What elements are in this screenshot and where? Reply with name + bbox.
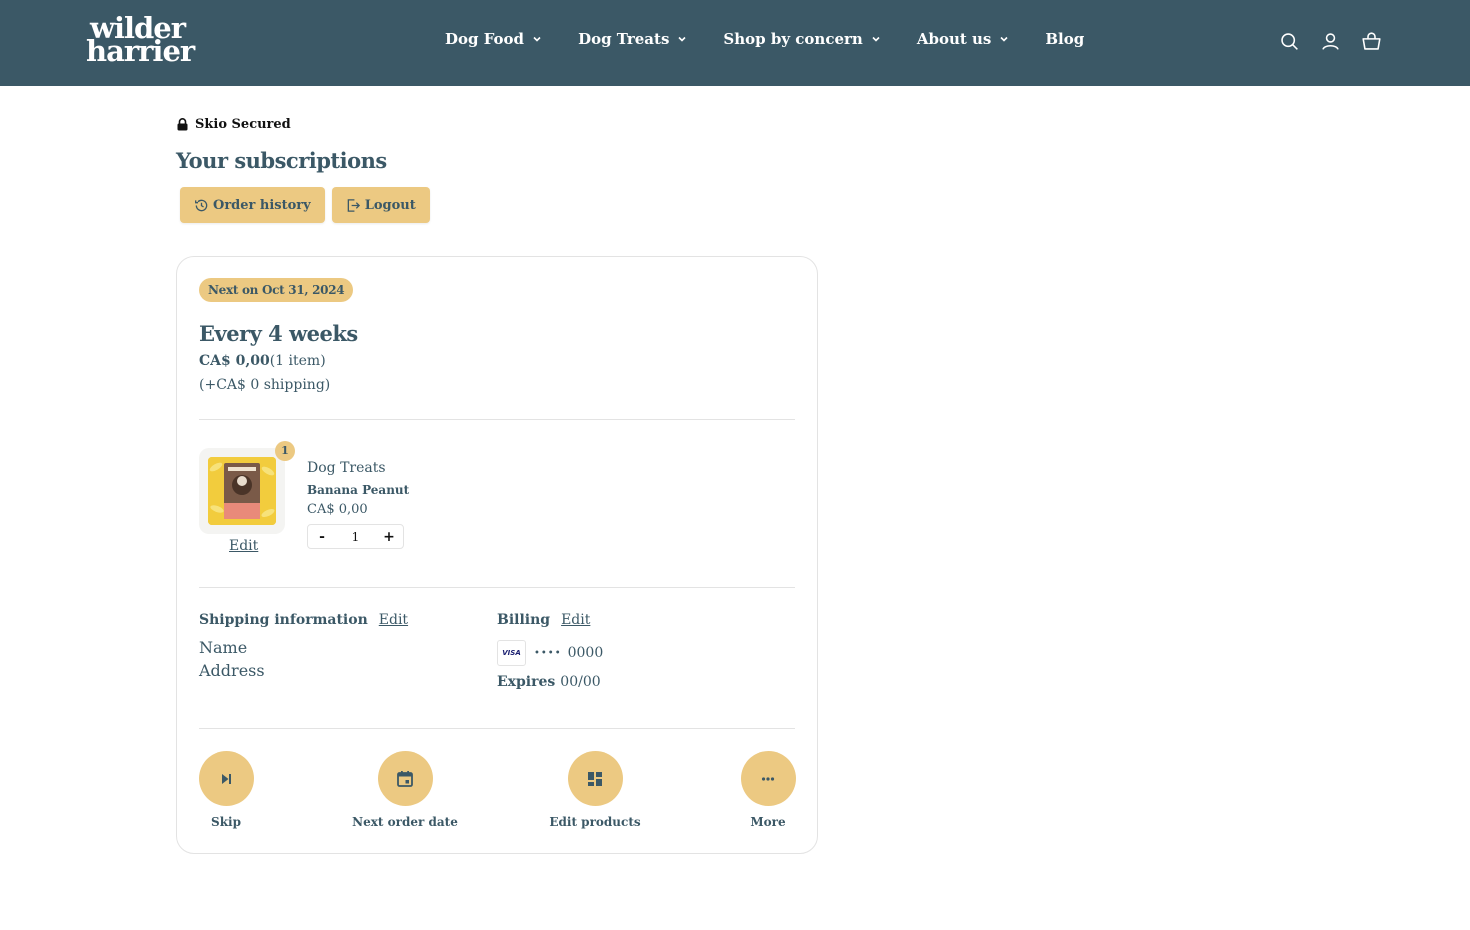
chevron-down-icon <box>1000 36 1008 42</box>
decrease-quantity-button[interactable]: - <box>308 525 336 548</box>
payment-card: VISA •••• 0000 <box>497 640 603 666</box>
edit-billing-link[interactable]: Edit <box>561 612 590 628</box>
edit-product-link[interactable]: Edit <box>229 538 258 554</box>
product-package-art <box>208 457 276 525</box>
divider <box>199 728 795 729</box>
shipping-address: Address <box>199 661 265 680</box>
chevron-down-icon <box>872 36 880 42</box>
chevron-down-icon <box>533 36 541 42</box>
search-icon[interactable] <box>1279 31 1300 52</box>
more-icon <box>761 776 775 781</box>
brand-logo[interactable]: wilder harrier <box>86 14 196 66</box>
order-history-button[interactable]: Order history <box>180 187 325 223</box>
billing-heading: Billing Edit <box>497 612 591 628</box>
lock-icon <box>177 118 188 131</box>
product-package <box>208 457 276 525</box>
main-nav: Dog Food Dog Treats Shop by concern Abou… <box>445 30 1084 48</box>
next-order-badge: Next on Oct 31, 2024 <box>199 278 354 302</box>
nav-dog-treats[interactable]: Dog Treats <box>578 30 687 48</box>
quantity-stepper: - 1 + <box>307 524 404 549</box>
page-title: Your subscriptions <box>176 148 387 173</box>
header-actions <box>1279 31 1382 52</box>
divider <box>199 587 795 588</box>
subscription-price: CA$ 0,00(1 item) <box>199 353 326 369</box>
dashboard-icon <box>588 771 602 786</box>
edit-products-button[interactable]: Edit products <box>540 751 650 829</box>
nav-shop-by-concern[interactable]: Shop by concern <box>723 30 880 48</box>
skip-button[interactable]: Skip <box>191 751 261 829</box>
card-last4: 0000 <box>567 645 604 661</box>
increase-quantity-button[interactable]: + <box>375 525 403 548</box>
shipping-cost: (+CA$ 0 shipping) <box>199 377 331 393</box>
product-category: Dog Treats <box>307 460 386 476</box>
product-price: CA$ 0,00 <box>307 502 368 517</box>
account-buttons: Order history Logout <box>180 187 437 223</box>
edit-shipping-link[interactable]: Edit <box>379 612 408 628</box>
divider <box>199 419 795 420</box>
subscription-card: Next on Oct 31, 2024 Every 4 weeks CA$ 0… <box>176 256 818 854</box>
calendar-icon <box>397 770 413 787</box>
card-mask: •••• <box>534 647 562 659</box>
logout-button[interactable]: Logout <box>331 187 430 223</box>
subscription-frequency: Every 4 weeks <box>199 321 358 346</box>
account-icon[interactable] <box>1320 31 1341 52</box>
cart-icon[interactable] <box>1361 31 1382 52</box>
product-quantity-badge: 1 <box>275 441 295 461</box>
visa-logo-icon: VISA <box>497 640 526 666</box>
nav-blog[interactable]: Blog <box>1045 30 1084 48</box>
nav-dog-food[interactable]: Dog Food <box>445 30 542 48</box>
quantity-value[interactable]: 1 <box>352 530 360 544</box>
product-image <box>199 448 285 534</box>
more-button[interactable]: More <box>733 751 803 829</box>
secured-label: Skio Secured <box>177 117 291 132</box>
logout-icon <box>347 198 360 212</box>
product-variant: Banana Peanut <box>307 483 410 497</box>
history-icon <box>195 199 208 211</box>
shipping-name: Name <box>199 638 248 657</box>
nav-about-us[interactable]: About us <box>917 30 1010 48</box>
site-header: wilder harrier Dog Food Dog Treats Shop … <box>0 0 1470 86</box>
shipping-info-heading: Shipping information Edit <box>199 612 409 628</box>
chevron-down-icon <box>678 36 686 42</box>
card-expiry: Expires 00/00 <box>497 674 601 690</box>
skip-next-icon <box>222 773 231 784</box>
next-order-date-button[interactable]: Next order date <box>350 751 460 829</box>
